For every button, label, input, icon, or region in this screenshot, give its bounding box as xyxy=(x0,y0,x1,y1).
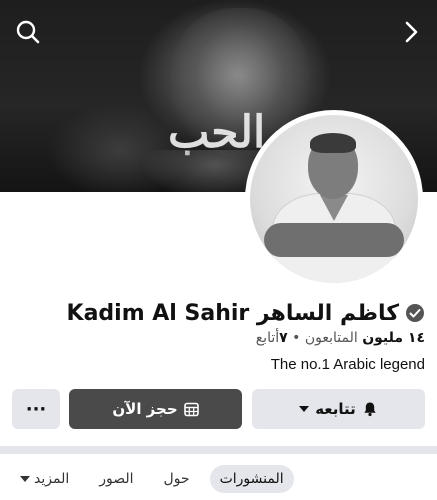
following-count[interactable]: ٧ xyxy=(279,330,288,346)
profile-avatar[interactable] xyxy=(245,110,423,288)
avatar-photo xyxy=(250,115,418,283)
next-button[interactable] xyxy=(393,14,429,50)
chevron-down-icon xyxy=(20,475,30,483)
tab-more-label: المزيد xyxy=(34,471,70,487)
book-now-label: حجز الآن xyxy=(112,400,178,418)
calendar-icon xyxy=(183,402,199,417)
profile-name: Kadim Al Sahir كاظم الساهر xyxy=(66,300,399,326)
tab-more[interactable]: المزيد xyxy=(10,465,79,493)
verified-badge-icon xyxy=(405,303,425,323)
search-icon xyxy=(15,19,41,45)
following-button[interactable]: تتابعه xyxy=(252,389,425,429)
tab-photos-label: الصور xyxy=(99,471,134,487)
followers-label[interactable]: المتابعون xyxy=(305,330,358,346)
profile-bio: The no.1 Arabic legend xyxy=(270,356,425,373)
section-divider xyxy=(0,446,437,454)
book-now-button[interactable]: حجز الآن xyxy=(69,389,242,429)
search-button[interactable] xyxy=(10,14,46,50)
chevron-right-icon xyxy=(401,20,421,44)
profile-tabs: المنشورات حول الصور المزيد xyxy=(0,458,437,500)
tab-about-label: حول xyxy=(163,471,190,487)
more-options-icon: ··· xyxy=(25,398,47,420)
profile-name-row: Kadim Al Sahir كاظم الساهر xyxy=(0,296,425,330)
tab-about[interactable]: حول xyxy=(154,465,200,493)
stats-separator: • xyxy=(292,330,301,346)
profile-stats: ١٤ مليون المتابعون • ٧أتابع xyxy=(256,330,425,352)
chevron-down-icon xyxy=(299,405,310,413)
more-options-button[interactable]: ··· xyxy=(12,389,60,429)
tab-photos[interactable]: الصور xyxy=(89,465,143,493)
tab-posts-label: المنشورات xyxy=(219,471,284,487)
tab-posts[interactable]: المنشورات xyxy=(209,465,294,493)
following-label[interactable]: أتابع xyxy=(256,330,279,346)
followers-count[interactable]: ١٤ مليون xyxy=(362,330,425,346)
bell-icon xyxy=(362,401,378,417)
following-button-label: تتابعه xyxy=(315,400,356,418)
